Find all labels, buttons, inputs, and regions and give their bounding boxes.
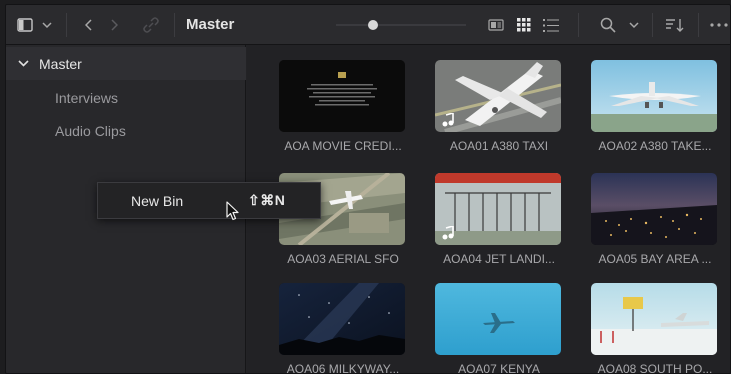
clip-thumbnail[interactable] [279,60,405,132]
clip-item[interactable]: AOA05 BAY AREA ... [586,173,730,269]
clip-item[interactable]: AOA08 SOUTH PO... [586,283,730,373]
back-icon[interactable] [82,5,96,45]
clip-item[interactable]: AOA01 A380 TAXI [430,60,575,156]
clip-thumbnail[interactable] [435,283,561,355]
chevron-down-icon[interactable] [627,5,641,45]
clip-thumbnail[interactable] [591,283,717,355]
list-view-icon[interactable] [541,5,561,45]
clip-label: AOA06 MILKYWAY... [286,362,400,374]
audio-icon [442,113,454,127]
toolbar-divider [652,13,653,37]
toolbar: Master [6,5,730,45]
clip-thumbnail[interactable] [435,173,561,245]
clip-item[interactable]: AOA06 MILKYWAY... [274,283,419,373]
metadata-view-icon[interactable] [486,5,506,45]
zoom-slider-thumb[interactable] [368,20,378,30]
clip-label: AOA07 KENYA [458,362,540,374]
toolbar-divider [174,13,175,37]
audio-icon [442,226,454,240]
clip-label: AOA02 A380 TAKE... [598,139,712,153]
zoom-slider-track[interactable] [336,24,466,26]
clip-label: AOA01 A380 TAXI [449,139,549,153]
clip-item[interactable]: AOA04 JET LANDI... [430,173,575,269]
new-bin-menu-item[interactable]: New Bin [131,193,183,209]
clip-thumbnail[interactable] [591,173,717,245]
sidebar-item-interviews[interactable]: Interviews [6,81,246,114]
sidebar-item-master[interactable]: Master [6,47,246,80]
link-icon[interactable] [141,5,161,45]
sort-icon[interactable] [665,5,685,45]
sidebar-toggle-icon[interactable] [14,5,36,45]
chevron-down-icon[interactable] [16,57,30,71]
sidebar-item-audio-clips[interactable]: Audio Clips [6,114,246,147]
toolbar-divider [578,13,579,37]
toolbar-divider [698,13,699,37]
search-icon[interactable] [598,5,618,45]
sidebar-item-label: Master [39,55,82,72]
clip-item[interactable]: AOA MOVIE CREDI... [274,60,419,156]
clip-label: AOA05 BAY AREA ... [598,252,712,266]
media-pool-window: Master Master Interviews Audio Clips AOA… [5,4,731,374]
clip-thumbnail[interactable] [435,60,561,132]
chevron-down-icon[interactable] [40,5,54,45]
clip-label: AOA03 AERIAL SFO [287,252,399,266]
sidebar-item-label: Audio Clips [55,122,126,139]
clip-label: AOA04 JET LANDI... [443,252,555,266]
clip-thumbnail[interactable] [279,283,405,355]
context-menu: New Bin ⇧⌘N [97,182,321,219]
thumbnail-view-icon[interactable] [514,5,534,45]
clip-item[interactable]: AOA07 KENYA [430,283,575,373]
clip-label: AOA08 SOUTH PO... [597,362,713,374]
sidebar-item-label: Interviews [55,89,119,106]
clip-label: AOA MOVIE CREDI... [284,139,402,153]
page-title: Master [186,16,235,33]
clip-item[interactable]: AOA02 A380 TAKE... [586,60,730,156]
menu-shortcut: ⇧⌘N [248,192,286,208]
more-icon[interactable] [708,5,730,45]
forward-icon[interactable] [107,5,121,45]
clip-thumbnail[interactable] [591,60,717,132]
mouse-cursor-icon [226,201,240,226]
toolbar-divider [66,13,67,37]
